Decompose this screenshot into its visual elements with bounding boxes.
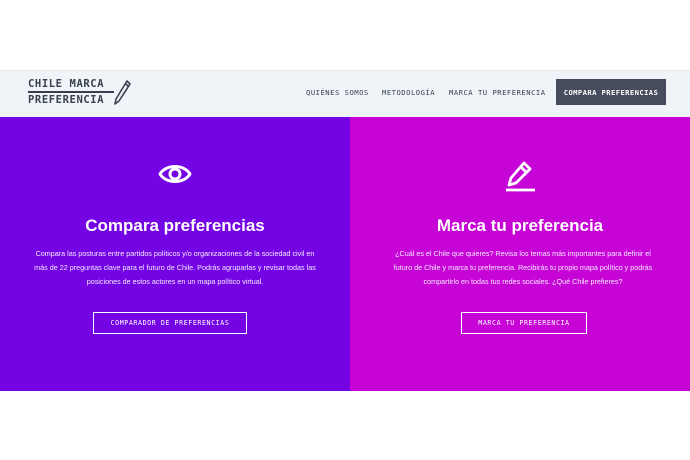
nav-mark-preference-link[interactable]: MARCA TU PREFERENCIA (449, 88, 546, 97)
pencil-icon (506, 161, 535, 192)
mark-preference-button[interactable]: MARCA TU PREFERENCIA (461, 312, 587, 334)
logo-underline (28, 91, 114, 93)
mark-description: ¿Cuál es el Chile que quieres? Revisa lo… (393, 249, 653, 287)
site-logo[interactable]: CHILE MARCA PREFERENCIA (28, 77, 138, 111)
logo-pencil-icon (114, 80, 131, 105)
nav-methodology-link[interactable]: METODOLOGÍA (382, 88, 435, 97)
mark-title: Marca tu preferencia (436, 216, 604, 235)
compare-title: Compara preferencias (85, 216, 265, 235)
compare-description: Compara las posturas entre partidos polí… (34, 249, 316, 287)
nav-compare-preferences-button[interactable]: COMPARA PREFERENCIAS (556, 79, 666, 105)
compare-preferences-panel: Compara preferencias Compara las postura… (0, 117, 350, 391)
nav-about-link[interactable]: QUIÉNES SOMOS (306, 88, 369, 97)
comparator-button[interactable]: COMPARADOR DE PREFERENCIAS (93, 312, 247, 334)
mark-preference-panel: Marca tu preferencia ¿Cuál es el Chile q… (350, 117, 690, 391)
eye-icon (158, 165, 192, 183)
logo-line-1: CHILE MARCA (28, 78, 105, 90)
top-navigation-bar: CHILE MARCA PREFERENCIA QUIÉNES SOMOS ME… (0, 70, 690, 118)
logo-line-2: PREFERENCIA (28, 94, 105, 106)
